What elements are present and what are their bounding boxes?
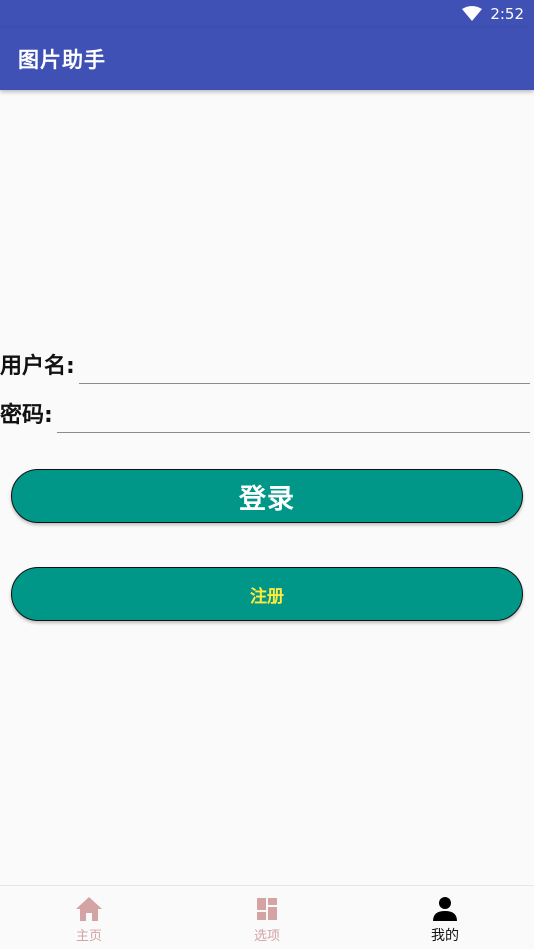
register-button-label: 注册 [250, 586, 284, 607]
nav-item-options[interactable]: 选项 [178, 886, 356, 949]
username-row: 用户名: [0, 350, 530, 384]
nav-label-home: 主页 [75, 929, 102, 944]
wifi-icon [462, 6, 483, 21]
person-icon [433, 896, 457, 921]
bottom-nav: 主页 选项 我的 [0, 885, 534, 949]
password-row: 密码: [0, 399, 530, 433]
status-time: 2:52 [490, 5, 524, 23]
screen: 2:52 图片助手 用户名: 密码: 登录 注册 主页 选项 我的 [0, 0, 534, 949]
login-button-label: 登录 [239, 483, 295, 515]
dashboard-icon [257, 898, 277, 920]
password-label: 密码: [0, 403, 53, 428]
home-icon [76, 897, 102, 921]
nav-item-home[interactable]: 主页 [0, 886, 178, 949]
password-input[interactable] [56, 399, 530, 433]
username-input[interactable] [78, 350, 530, 384]
nav-label-options: 选项 [253, 929, 280, 944]
app-title: 图片助手 [18, 48, 106, 72]
nav-item-mine[interactable]: 我的 [356, 886, 534, 949]
nav-label-mine: 我的 [431, 927, 459, 944]
status-bar: 2:52 [0, 0, 534, 28]
app-bar: 图片助手 [0, 28, 534, 90]
login-button[interactable]: 登录 [11, 469, 523, 523]
username-label: 用户名: [0, 354, 75, 379]
register-button[interactable]: 注册 [11, 567, 523, 621]
